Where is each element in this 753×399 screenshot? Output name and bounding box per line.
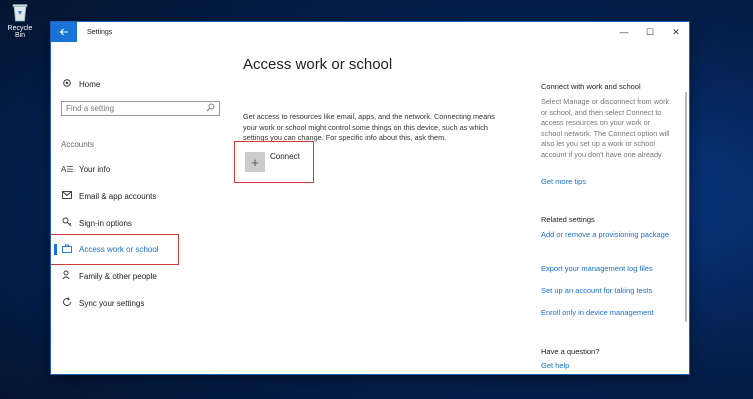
sidebar-item-label: Your info: [79, 164, 111, 174]
recycle-bin-icon: [11, 2, 29, 22]
maximize-icon: ☐: [645, 26, 655, 37]
mail-icon: [61, 191, 73, 201]
sidebar-item-sign-in-options[interactable]: Sign-in options: [61, 215, 132, 231]
recycle-bin[interactable]: Recycle Bin: [2, 2, 38, 39]
sidebar-item-email-app-accounts[interactable]: Email & app accounts: [61, 188, 156, 204]
related-settings-heading: Related settings: [541, 215, 595, 224]
get-help-link[interactable]: Get help: [541, 361, 671, 372]
search-icon: [206, 103, 215, 114]
main-content: Access work or school Get access to reso…: [234, 42, 543, 374]
get-more-tips-link[interactable]: Get more tips: [541, 177, 671, 188]
minimize-button[interactable]: —: [611, 22, 637, 42]
minimize-icon: —: [619, 27, 629, 37]
have-a-question-heading: Have a question?: [541, 347, 600, 356]
sidebar: Home Find a setting Accounts A☰ Your inf…: [51, 42, 233, 374]
title-bar: Settings — ☐ ✕: [51, 22, 689, 42]
search-placeholder: Find a setting: [66, 104, 115, 113]
sync-icon: [61, 297, 73, 309]
sidebar-item-home[interactable]: Home: [61, 76, 100, 92]
close-icon: ✕: [672, 26, 680, 37]
settings-window: Settings — ☐ ✕ Home Find a setting Accou…: [51, 22, 689, 374]
back-button[interactable]: [51, 22, 77, 42]
sidebar-item-label: Family & other people: [79, 271, 157, 281]
sidebar-item-family-other-people[interactable]: Family & other people: [61, 268, 157, 284]
person-card-icon: A☰: [61, 164, 74, 174]
people-icon: [61, 270, 73, 282]
sidebar-item-label: Email & app accounts: [79, 191, 157, 201]
page-description: Get access to resources like email, apps…: [243, 112, 495, 142]
taking-tests-link[interactable]: Set up an account for taking tests: [541, 286, 671, 297]
enroll-device-management-link[interactable]: Enroll only in device management: [541, 308, 671, 319]
page-title: Access work or school: [243, 56, 393, 73]
back-arrow-icon: [59, 23, 69, 41]
provisioning-package-link[interactable]: Add or remove a provisioning package: [541, 230, 671, 241]
sidebar-item-label: Sign-in options: [79, 218, 132, 228]
highlight-box-connect: [234, 141, 314, 183]
export-log-files-link[interactable]: Export your management log files: [541, 264, 671, 275]
section-label-accounts: Accounts: [61, 140, 94, 149]
sidebar-item-label: Home: [79, 79, 101, 89]
key-icon: [61, 217, 73, 229]
gear-icon: [61, 78, 73, 90]
connect-help-text: Select Manage or disconnect from work or…: [541, 97, 670, 159]
sidebar-item-label: Sync your settings: [79, 298, 145, 308]
highlight-box-sidebar: [51, 234, 179, 265]
search-input[interactable]: Find a setting: [61, 101, 220, 116]
scrollbar[interactable]: [685, 92, 687, 322]
sidebar-item-your-info[interactable]: A☰ Your info: [61, 161, 110, 177]
sidebar-item-sync-your-settings[interactable]: Sync your settings: [61, 295, 144, 311]
window-title: Settings: [87, 28, 113, 36]
maximize-button[interactable]: ☐: [637, 22, 663, 42]
close-button[interactable]: ✕: [663, 22, 689, 42]
recycle-bin-label: Recycle Bin: [7, 25, 33, 39]
connect-heading: Connect with work and school: [541, 82, 641, 91]
